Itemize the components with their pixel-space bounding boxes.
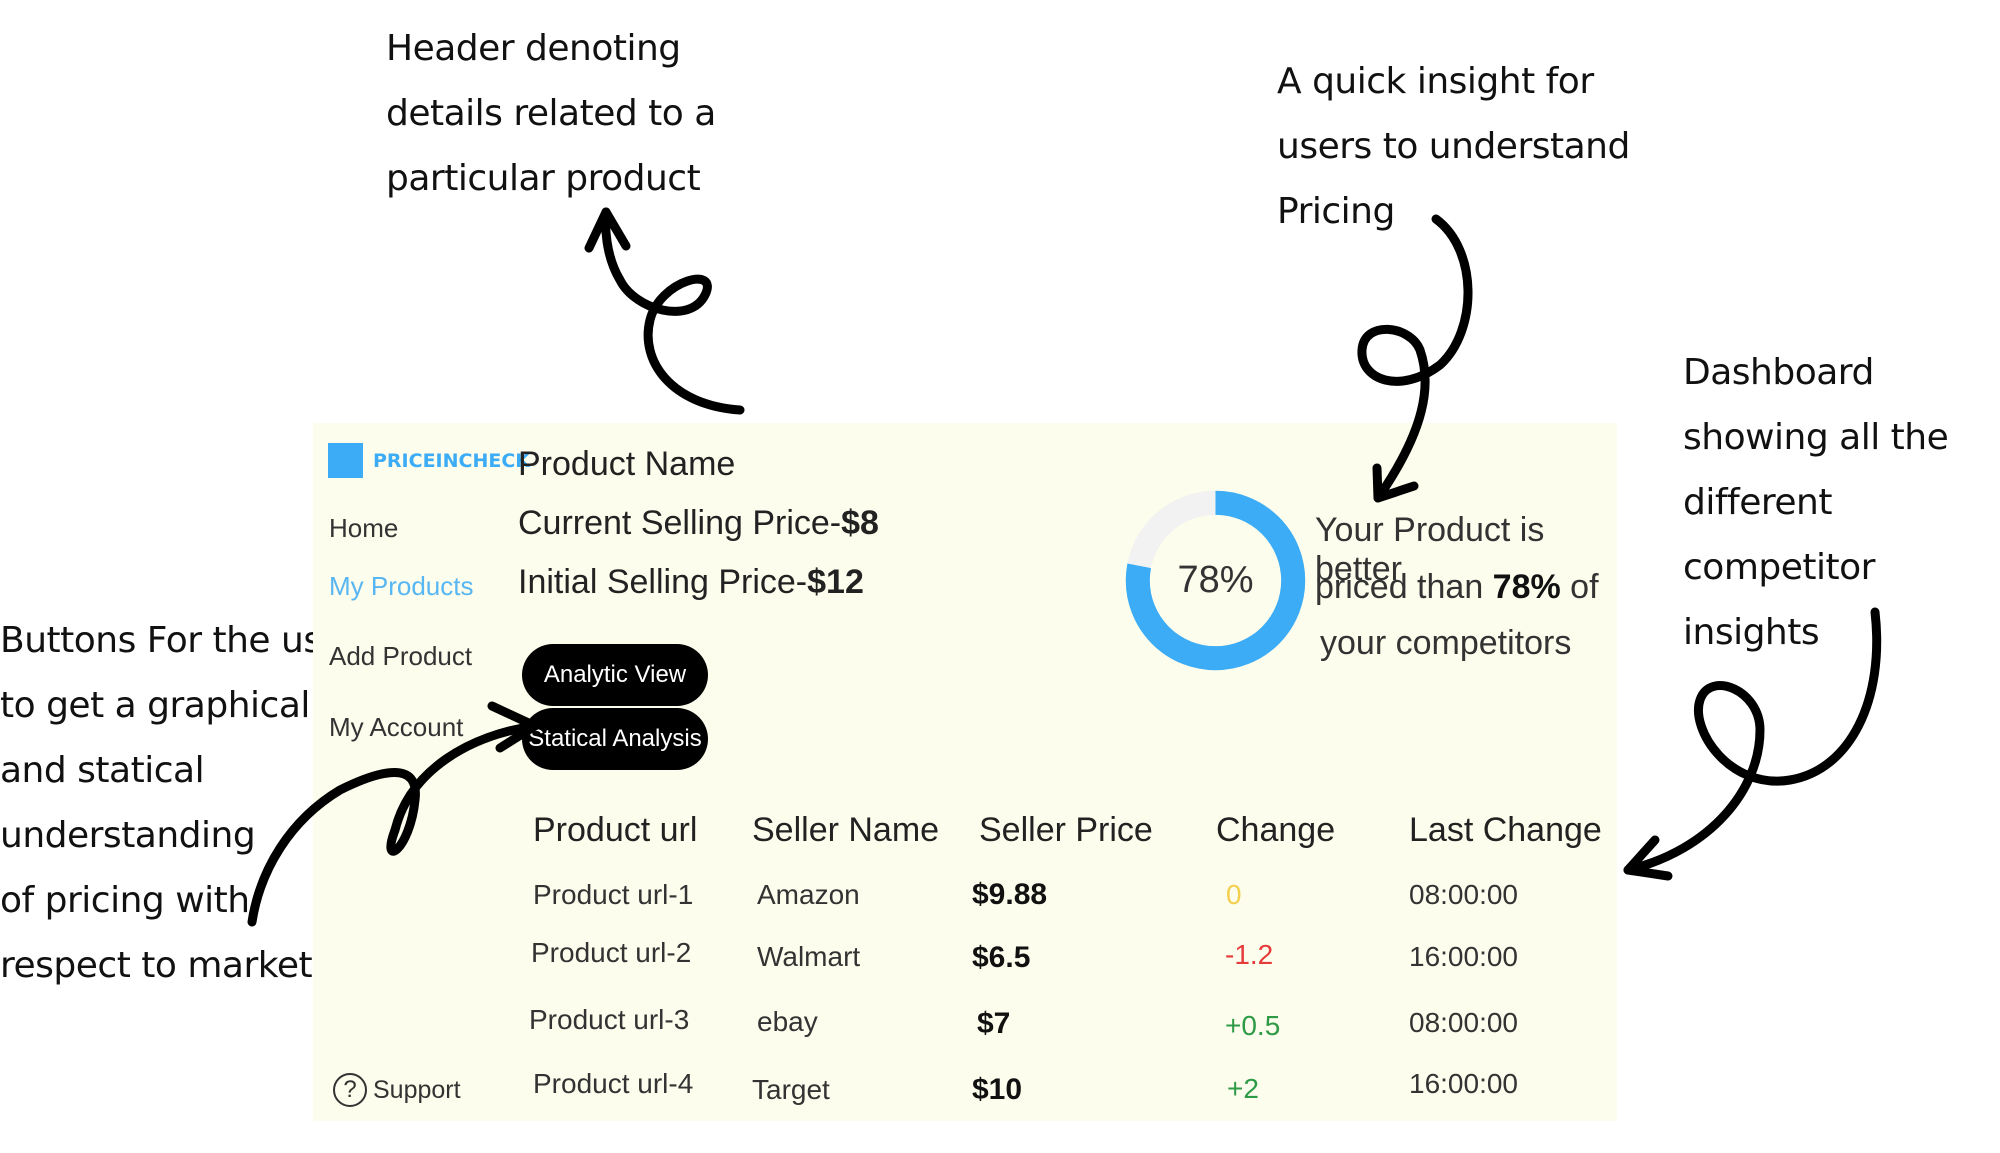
- price-change: +2: [1227, 1073, 1259, 1104]
- price-change: -1.2: [1225, 939, 1274, 970]
- header-annotation: Header denoting details related to a par…: [386, 28, 716, 199]
- seller-price: $7: [977, 1007, 1011, 1040]
- header-arrow-icon: [584, 207, 631, 253]
- price-change: +0.5: [1225, 1010, 1281, 1041]
- product-url-link[interactable]: Product url-3: [529, 1004, 689, 1036]
- price-change: 0: [1226, 879, 1242, 910]
- last-change-time: 16:00:00: [1409, 1068, 1518, 1099]
- insight-line-2-pre: priced than: [1315, 568, 1493, 606]
- support-link[interactable]: ? Support: [333, 1073, 461, 1107]
- product-url-link[interactable]: Product url-1: [533, 879, 693, 911]
- product-name: Product Name: [518, 445, 736, 483]
- column-header-seller-name: Seller Name: [752, 811, 940, 849]
- seller-name: Amazon: [757, 879, 860, 910]
- dashboard-annotation: Dashboard showing all the different comp…: [1683, 352, 1949, 653]
- column-header-seller-price: Seller Price: [979, 811, 1153, 849]
- insight-percent: 78%: [1492, 568, 1561, 606]
- initial-price-label: Initial Selling Price-: [518, 563, 808, 601]
- last-change-time: 08:00:00: [1409, 879, 1518, 910]
- help-circle-icon: ?: [333, 1073, 367, 1107]
- nav-item-home[interactable]: Home: [329, 513, 398, 544]
- insight-line-3: your competitors: [1320, 624, 1572, 662]
- current-price-label: Current Selling Price-: [518, 504, 842, 542]
- logo-square-icon: [328, 443, 363, 478]
- header-arrow-icon: [601, 207, 745, 415]
- last-change-time: 16:00:00: [1409, 941, 1518, 972]
- analytic-view-button[interactable]: Analytic View: [522, 644, 708, 706]
- column-header-last-change: Last Change: [1409, 811, 1602, 849]
- product-url-link[interactable]: Product url-4: [533, 1068, 693, 1100]
- product-url-link[interactable]: Product url-2: [531, 937, 691, 969]
- seller-name: Target: [752, 1074, 830, 1105]
- column-header-change: Change: [1216, 811, 1336, 849]
- insight-annotation: A quick insight for users to understand …: [1277, 61, 1630, 232]
- support-label: Support: [373, 1075, 461, 1104]
- gauge-percent-label: 78%: [1177, 559, 1254, 601]
- last-change-time: 08:00:00: [1409, 1007, 1518, 1038]
- brand-logo[interactable]: PRICEINCHECK: [328, 443, 530, 478]
- current-price-value: $8: [841, 504, 879, 542]
- current-price-row: Current Selling Price-$8: [518, 504, 879, 543]
- dashboard-arrow-icon: [1623, 835, 1673, 881]
- seller-price: $9.88: [972, 878, 1048, 911]
- brand-name: PRICEINCHECK: [373, 449, 531, 472]
- nav-item-add-product[interactable]: Add Product: [329, 641, 472, 672]
- nav-item-my-products[interactable]: My Products: [329, 571, 474, 602]
- column-header-product-url: Product url: [533, 811, 698, 849]
- seller-price: $10: [972, 1073, 1023, 1106]
- initial-price-value: $12: [807, 563, 864, 601]
- seller-price: $6.5: [972, 941, 1031, 974]
- insight-line-2-post: of: [1560, 568, 1599, 606]
- seller-name: Walmart: [757, 941, 861, 972]
- statical-analysis-button[interactable]: Statical Analysis: [522, 708, 708, 770]
- insight-line-2: priced than 78% of: [1315, 568, 1599, 607]
- nav-item-my-account[interactable]: My Account: [329, 712, 463, 743]
- initial-price-row: Initial Selling Price-$12: [518, 563, 864, 602]
- seller-name: ebay: [757, 1006, 818, 1037]
- dashboard-panel: PRICEINCHECK Home My Products Add Produc…: [313, 423, 1617, 1121]
